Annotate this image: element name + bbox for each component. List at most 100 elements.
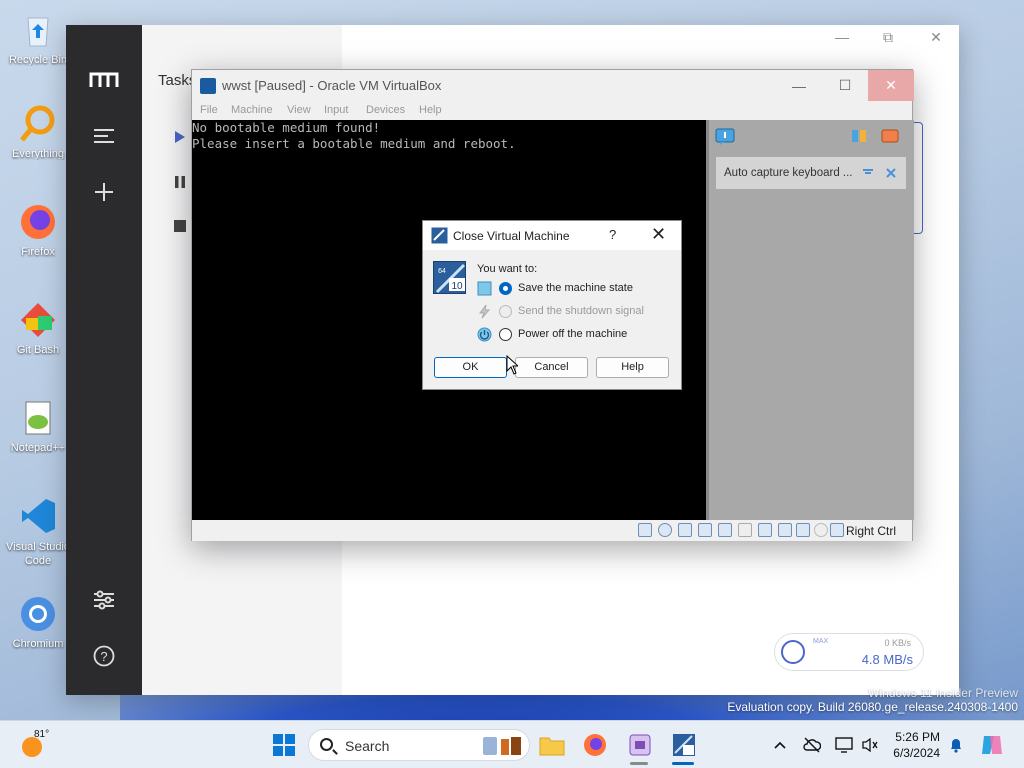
network-status-icon[interactable] xyxy=(698,523,712,537)
windows-logo-icon xyxy=(273,734,295,756)
desktop-icon-recycle-bin[interactable]: Recycle Bin xyxy=(4,10,72,66)
vbox-window-title: wwst [Paused] - Oracle VM VirtualBox xyxy=(222,78,442,93)
stopped-tasks-stop-icon[interactable] xyxy=(168,214,192,238)
download-speed: 4.8 MB/s xyxy=(861,652,913,667)
vbox-close-button[interactable]: ✕ xyxy=(868,70,914,101)
help-icon[interactable]: ? xyxy=(89,641,119,671)
chromium-icon xyxy=(18,594,58,634)
active-tasks-play-icon[interactable] xyxy=(168,125,192,149)
shutdown-signal-label: Send the shutdown signal xyxy=(518,305,644,317)
shared-folders-status-icon[interactable] xyxy=(738,523,752,537)
desktop-icon-label: Chromium xyxy=(12,638,64,650)
dialog-close-button[interactable]: ✕ xyxy=(651,224,666,245)
cpu-status-icon[interactable] xyxy=(796,523,810,537)
copilot-button[interactable] xyxy=(976,729,1008,761)
taskbar-file-explorer[interactable] xyxy=(536,729,568,761)
vm-screen-line: No bootable medium found! xyxy=(192,120,381,135)
desktop-icon-chromium[interactable]: Chromium xyxy=(4,594,72,650)
monitor-icon xyxy=(835,737,853,753)
file-explorer-icon xyxy=(539,737,565,756)
desktop-icon-vscode[interactable]: Visual Studio Code xyxy=(4,496,72,568)
power-off-radio[interactable] xyxy=(499,328,512,341)
tray-network-offline[interactable] xyxy=(796,729,828,761)
menu-file[interactable]: File xyxy=(200,104,218,116)
usb-status-icon[interactable] xyxy=(718,523,732,537)
add-task-icon[interactable] xyxy=(89,177,119,207)
speedometer[interactable]: MAX 0 KB/s 4.8 MB/s xyxy=(774,633,924,671)
notification-panel: Auto capture keyboard ... xyxy=(706,120,914,520)
notification-close-icon[interactable] xyxy=(886,168,896,178)
vbox-statusbar: Right Ctrl xyxy=(192,520,912,541)
audio-status-icon[interactable] xyxy=(678,523,692,537)
speed-gauge-icon xyxy=(781,640,805,664)
display-status-icon[interactable] xyxy=(758,523,772,537)
svg-text:10: 10 xyxy=(451,281,463,292)
waiting-tasks-pause-icon[interactable] xyxy=(168,170,192,194)
taskbar-virtualbox[interactable] xyxy=(668,729,700,761)
search-label: Search xyxy=(345,738,390,754)
clock-date: 6/3/2024 xyxy=(893,746,940,760)
recycle-bin-icon xyxy=(18,10,58,50)
optical-drive-status-icon[interactable] xyxy=(658,523,672,537)
search-highlight-icon xyxy=(483,737,521,755)
desktop-icon-label: Git Bash xyxy=(16,344,60,356)
notification-message[interactable]: Auto capture keyboard ... xyxy=(716,157,906,189)
firefox-icon xyxy=(18,202,58,242)
notification-pin-icon[interactable] xyxy=(862,168,874,178)
system-clock[interactable]: 5:26 PM 6/3/2024 xyxy=(888,729,940,761)
keyboard-capture-status-icon[interactable] xyxy=(830,523,844,537)
close-vm-dialog: Close Virtual Machine ? ✕ 10 64 You want … xyxy=(422,220,682,390)
desktop-icon-notepad-plus-plus[interactable]: Notepad++ xyxy=(4,398,72,454)
menu-input[interactable]: Input xyxy=(324,104,348,116)
cancel-button[interactable]: Cancel xyxy=(515,357,588,378)
dialog-help-button[interactable]: ? xyxy=(609,227,616,242)
mouse-integration-status-icon[interactable] xyxy=(814,523,828,537)
tray-volume[interactable] xyxy=(854,729,886,761)
virtualbox-dialog-icon xyxy=(431,227,448,244)
hard-disk-status-icon[interactable] xyxy=(638,523,652,537)
app-minimize-button[interactable]: — xyxy=(830,29,854,45)
desktop-icon-everything[interactable]: Everything xyxy=(4,104,72,160)
power-off-icon xyxy=(477,327,492,342)
svg-text:?: ? xyxy=(100,649,107,664)
desktop-icon-label: Firefox xyxy=(21,246,55,258)
dialog-titlebar[interactable]: Close Virtual Machine ? ✕ xyxy=(423,221,681,250)
vbox-titlebar[interactable]: wwst [Paused] - Oracle VM VirtualBox — ☐… xyxy=(192,70,914,101)
virtualbox-icon xyxy=(673,734,695,756)
preferences-icon[interactable] xyxy=(89,585,119,615)
help-button[interactable]: Help xyxy=(596,357,669,378)
motrix-running-indicator xyxy=(630,762,648,765)
notification-filter-icon[interactable] xyxy=(851,128,867,144)
speaker-muted-icon xyxy=(862,737,878,753)
app-rail: ? xyxy=(66,25,142,695)
notification-center-icon[interactable] xyxy=(715,128,735,146)
search-icon xyxy=(320,738,333,751)
show-hidden-icons-button[interactable] xyxy=(764,729,796,761)
desktop-icon-label: Visual Studio Code xyxy=(5,541,70,567)
shutdown-signal-icon xyxy=(479,304,491,319)
menu-devices[interactable]: Devices xyxy=(366,104,405,116)
desktop-icon-git-bash[interactable]: Git Bash xyxy=(4,300,72,356)
recording-status-icon[interactable] xyxy=(778,523,792,537)
app-maximize-button[interactable]: ⧉ xyxy=(876,29,900,46)
menu-icon[interactable] xyxy=(89,121,119,151)
menu-help[interactable]: Help xyxy=(419,104,442,116)
git-bash-icon xyxy=(18,300,58,340)
taskbar-motrix[interactable] xyxy=(624,729,656,761)
notifications-button[interactable] xyxy=(940,729,972,761)
desktop-icon-firefox[interactable]: Firefox xyxy=(4,202,72,258)
vm-screen-line: Please insert a bootable medium and rebo… xyxy=(192,136,516,151)
start-button[interactable] xyxy=(268,729,300,761)
save-state-radio[interactable] xyxy=(499,282,512,295)
menu-view[interactable]: View xyxy=(287,104,311,116)
weather-sun-icon xyxy=(22,737,42,757)
menu-machine[interactable]: Machine xyxy=(231,104,273,116)
ok-button[interactable]: OK xyxy=(434,357,507,378)
taskbar-firefox[interactable] xyxy=(579,729,611,761)
vbox-menubar: File Machine View Input Devices Help xyxy=(192,101,912,121)
taskbar-search[interactable]: Search xyxy=(308,729,530,761)
vbox-minimize-button[interactable]: — xyxy=(776,70,822,101)
vbox-maximize-button[interactable]: ☐ xyxy=(822,70,868,101)
app-close-button[interactable]: ✕ xyxy=(924,29,948,46)
notification-clear-icon[interactable] xyxy=(881,128,899,144)
